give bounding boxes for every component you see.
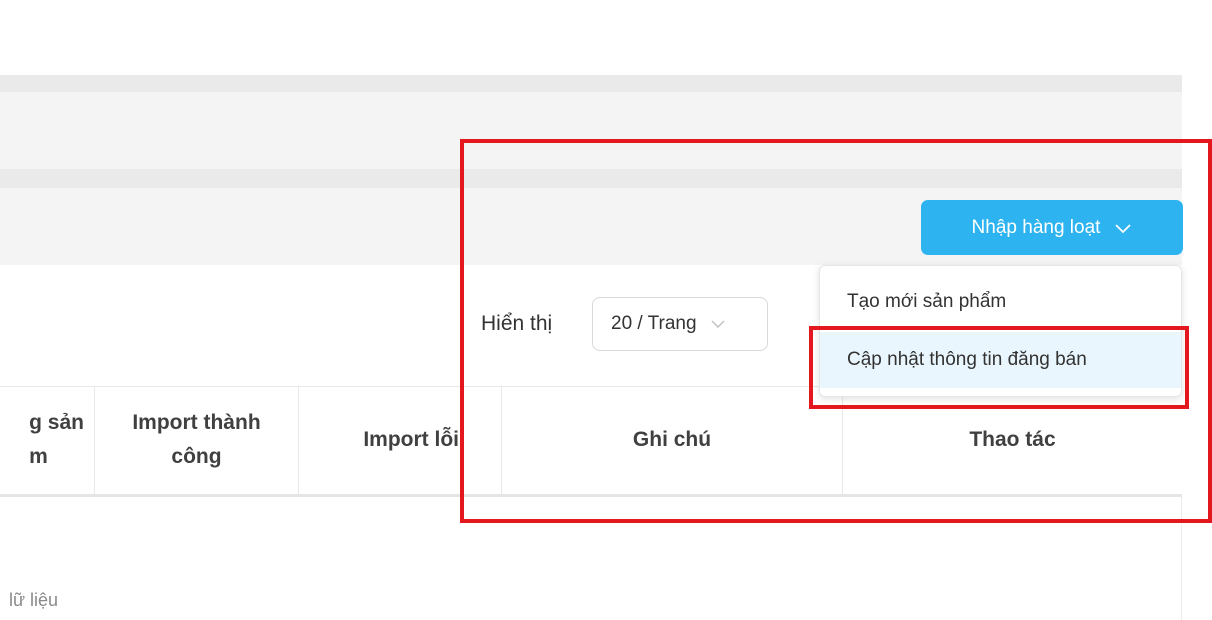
annotation-highlight-menu-item	[809, 326, 1189, 409]
column-header-import-error-label: Import lỗi	[363, 428, 459, 451]
column-header-import-success-label: Import thành công	[132, 411, 261, 468]
header-band-top	[0, 75, 1182, 92]
empty-state-text: lữ liệu	[9, 590, 59, 610]
column-header-product-label: g sản m	[29, 411, 84, 468]
column-header-product: g sản m	[0, 386, 94, 494]
column-header-import-success: Import thành công	[95, 386, 298, 494]
